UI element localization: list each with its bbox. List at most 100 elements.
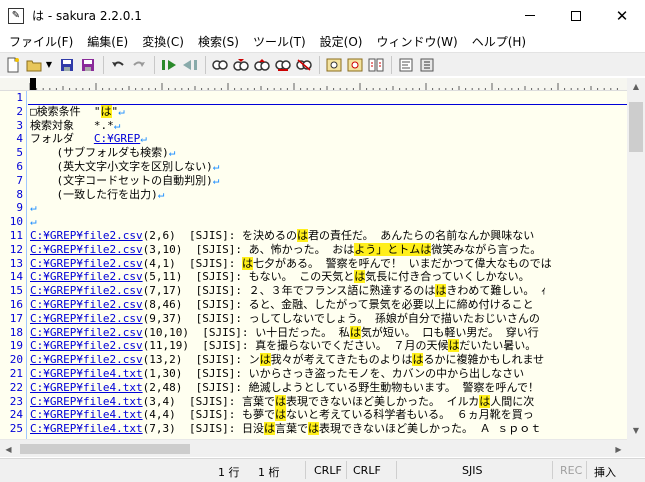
close-button[interactable]: ✕ (599, 0, 645, 31)
menu-window[interactable]: ウィンドウ(W) (369, 33, 464, 50)
ruler-cursor-marker (30, 78, 36, 90)
grep-result-line[interactable]: C:¥GREP¥file2.csv(10,10) [SJIS]: い十日だった。… (30, 325, 539, 340)
scroll-down-icon[interactable]: ▼ (627, 422, 645, 439)
minimize-icon (525, 15, 535, 16)
jump-back-icon[interactable] (159, 55, 178, 74)
horizontal-scrollbar[interactable]: ◀ ▶ (0, 439, 627, 457)
result-file-link[interactable]: C:¥GREP¥file4.txt (30, 422, 143, 435)
scroll-right-icon[interactable]: ▶ (610, 440, 627, 458)
search-highlight: は (307, 422, 319, 436)
menu-edit[interactable]: 編集(E) (80, 33, 135, 50)
grep-result-line[interactable]: C:¥GREP¥file4.txt(2,48) [SJIS]: 絶滅しようとして… (30, 381, 539, 395)
search-highlight: は (263, 422, 275, 436)
grep-result-line[interactable]: C:¥GREP¥file2.csv(2,6) [SJIS]: を決めるのは君の責… (30, 229, 534, 243)
search-prev-icon[interactable] (252, 55, 271, 74)
menu-tools[interactable]: ツール(T) (246, 33, 313, 50)
clear-mark-icon[interactable] (294, 55, 313, 74)
result-file-link[interactable]: C:¥GREP¥file2.csv (30, 326, 143, 339)
redo-icon[interactable] (129, 55, 148, 74)
result-encoding: [SJIS]: (182, 380, 249, 394)
menu-file[interactable]: ファイル(F) (2, 33, 80, 50)
result-file-link[interactable]: C:¥GREP¥file2.csv (30, 270, 143, 283)
open-folder-icon[interactable] (24, 55, 43, 74)
result-text: 微笑みながら言った。 (431, 242, 542, 256)
grep-result-line[interactable]: C:¥GREP¥file2.csv(9,37) [SJIS]: っしてしないでし… (30, 312, 540, 326)
menu-convert[interactable]: 変換(C) (135, 33, 191, 50)
grep-result-line[interactable]: C:¥GREP¥file2.csv(11,19) [SJIS]: 真を撮らないで… (30, 339, 536, 353)
menu-search[interactable]: 検索(S) (191, 33, 246, 50)
grep-replace-icon[interactable] (345, 55, 364, 74)
undo-icon[interactable] (108, 55, 127, 74)
maximize-icon (571, 10, 581, 21)
outline-icon[interactable] (396, 55, 415, 74)
menu-help[interactable]: ヘルプ(H) (465, 33, 533, 50)
result-file-link[interactable]: C:¥GREP¥file2.csv (30, 339, 143, 352)
line-number: 1 (16, 91, 23, 104)
compare-icon[interactable] (366, 55, 385, 74)
result-file-link[interactable]: C:¥GREP¥file2.csv (30, 284, 143, 297)
jump-forward-icon[interactable] (180, 55, 199, 74)
status-eol[interactable]: CRLF (353, 464, 381, 477)
line-number: 20 (9, 353, 23, 367)
horizontal-scroll-thumb[interactable] (20, 444, 190, 454)
status-encoding[interactable]: SJIS (462, 464, 482, 477)
search-next-icon[interactable] (231, 55, 250, 74)
grep-result-line[interactable]: C:¥GREP¥file2.csv(13,2) [SJIS]: ンは我々が考えて… (30, 353, 544, 367)
grep-result-line[interactable]: C:¥GREP¥file4.txt(4,4) [SJIS]: も夢ではないと考え… (30, 408, 534, 422)
result-text: 真を撮らないでください。 ７月の天候 (255, 339, 449, 353)
result-file-link[interactable]: C:¥GREP¥file2.csv (30, 298, 143, 311)
search-highlight: は (354, 270, 366, 284)
settings-icon[interactable] (417, 55, 436, 74)
grep-result-line[interactable]: C:¥GREP¥file2.csv(5,11) [SJIS]: もない。 この天… (30, 270, 530, 284)
result-file-link[interactable]: C:¥GREP¥file2.csv (30, 353, 143, 366)
folder-link[interactable]: C:¥GREP (94, 132, 140, 145)
grep-result-line[interactable]: C:¥GREP¥file2.csv(3,10) [SJIS]: あ、怖かった。 … (30, 242, 542, 257)
scroll-left-icon[interactable]: ◀ (0, 440, 17, 458)
result-file-link[interactable]: C:¥GREP¥file2.csv (30, 243, 143, 256)
result-file-link[interactable]: C:¥GREP¥file4.txt (30, 381, 143, 394)
result-text: 言葉で (241, 394, 275, 408)
editor-area[interactable]: 1 2 3 4 5 6 7 8 9 10 11 12 13 14 15 16 17 18 19 20 21 22 23 24 2… (0, 91, 627, 439)
sakura-app-icon[interactable]: ✎ (8, 7, 24, 24)
grep-result-line[interactable]: C:¥GREP¥file4.txt(3,4) [SJIS]: 言葉では表現できな… (30, 394, 534, 409)
result-file-link[interactable]: C:¥GREP¥file2.csv (30, 257, 143, 270)
scrollbar-corner (627, 439, 645, 457)
search-icon[interactable] (210, 55, 229, 74)
result-text: きわめて難しい。 ｨ (446, 284, 547, 298)
maximize-button[interactable] (553, 0, 599, 31)
status-separator (346, 461, 347, 479)
header-text: (一致した行を出力) (30, 187, 158, 201)
result-file-link[interactable]: C:¥GREP¥file4.txt (30, 367, 143, 380)
grep-result-line[interactable]: C:¥GREP¥file4.txt(1,30) [SJIS]: いからさっき盗っ… (30, 367, 524, 381)
save-icon[interactable] (57, 55, 76, 74)
line-number: 8 (16, 187, 23, 201)
replace-icon[interactable] (273, 55, 292, 74)
grep-result-line[interactable]: C:¥GREP¥file2.csv(4,1) [SJIS]: は七夕がある。 警… (30, 256, 552, 271)
minimize-button[interactable] (507, 0, 553, 31)
line-number: 21 (9, 367, 23, 380)
result-file-link[interactable]: C:¥GREP¥file2.csv (30, 229, 143, 242)
result-file-link[interactable]: C:¥GREP¥file4.txt (30, 408, 143, 421)
result-text: 日没 (241, 422, 264, 436)
result-file-link[interactable]: C:¥GREP¥file4.txt (30, 395, 143, 408)
newline-mark-icon: ↵ (30, 201, 37, 215)
open-dropdown-icon[interactable]: ▼ (45, 55, 53, 74)
text-content[interactable]: □検索条件 "は"↵ 検索対象 *.*↵ フォルダ C:¥GREP↵ (サブフォルダ… (30, 91, 627, 439)
scroll-up-icon[interactable]: ▲ (627, 78, 645, 95)
line-number: 4 (16, 132, 23, 146)
ruler-ticks (29, 78, 618, 90)
save-all-icon[interactable] (78, 55, 97, 74)
grep-result-line[interactable]: C:¥GREP¥file4.txt(7,3) [SJIS]: 日没は言葉では表現… (30, 422, 541, 436)
header-line: ↵ (30, 215, 37, 229)
status-eol-input[interactable]: CRLF (314, 464, 342, 477)
new-file-icon[interactable] (3, 55, 22, 74)
grep-icon[interactable] (324, 55, 343, 74)
menu-settings[interactable]: 設定(O) (313, 33, 370, 50)
vertical-scrollbar[interactable]: ▲ ▼ (627, 78, 645, 439)
search-highlight: は (479, 394, 491, 408)
grep-result-line[interactable]: C:¥GREP¥file2.csv(8,46) [SJIS]: ると、金融、した… (30, 298, 534, 312)
result-file-link[interactable]: C:¥GREP¥file2.csv (30, 312, 143, 325)
grep-result-line[interactable]: C:¥GREP¥file2.csv(7,17) [SJIS]: ２、３年でフラン… (30, 284, 546, 298)
vertical-scroll-thumb[interactable] (629, 102, 643, 152)
status-insert-mode[interactable]: 挿入 (594, 464, 616, 480)
